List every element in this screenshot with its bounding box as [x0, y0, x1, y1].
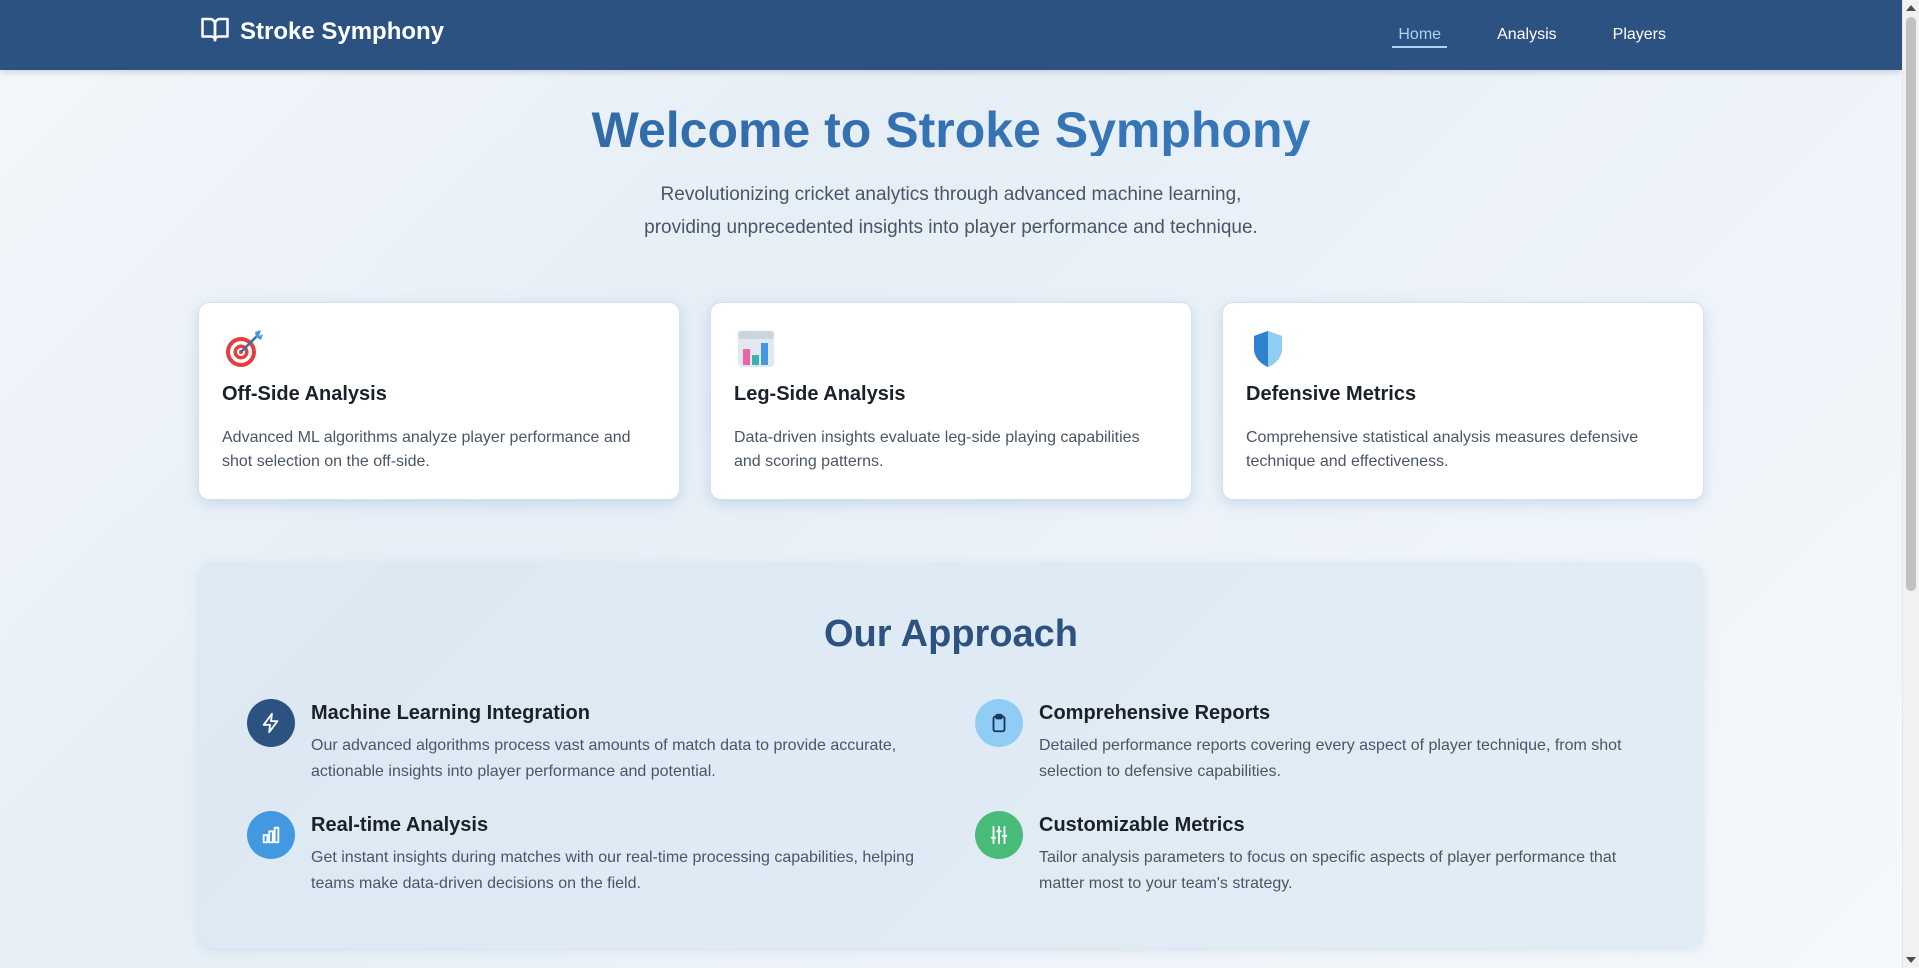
hero-subtitle: Revolutionizing cricket analytics throug… [0, 178, 1902, 244]
feature-card-defensive[interactable]: Defensive Metrics Comprehensive statisti… [1223, 303, 1703, 499]
bar-chart-icon [734, 327, 778, 371]
feature-cards: Off-Side Analysis Advanced ML algorithms… [199, 303, 1703, 499]
feature-card-description: Advanced ML algorithms analyze player pe… [222, 429, 631, 470]
nav-link-analysis[interactable]: Analysis [1469, 0, 1585, 70]
dart-target-icon [222, 327, 266, 371]
brand-name: Stroke Symphony [240, 18, 445, 45]
lightning-icon [247, 699, 295, 747]
approach-section: Our Approach Machine Learning Integratio… [199, 563, 1703, 948]
nav-link-players[interactable]: Players [1585, 0, 1694, 70]
feature-card-title: Leg-Side Analysis [734, 383, 906, 405]
nav-links: Home Analysis Players [1370, 0, 1694, 70]
brand[interactable]: Stroke Symphony [200, 16, 444, 48]
approach-item-ml: Machine Learning Integration Our advance… [247, 699, 927, 785]
feature-card-description: Comprehensive statistical analysis measu… [1246, 429, 1639, 470]
approach-item-title: Real-time Analysis [311, 814, 489, 836]
scroll-up-arrow-icon[interactable] [1906, 5, 1916, 11]
approach-item-title: Customizable Metrics [1039, 814, 1245, 836]
nav-link-home[interactable]: Home [1370, 0, 1469, 70]
approach-item-reports: Comprehensive Reports Detailed performan… [975, 699, 1655, 785]
approach-item-title: Machine Learning Integration [311, 702, 590, 724]
approach-item-realtime: Real-time Analysis Get instant insights … [247, 811, 927, 897]
chart-icon [247, 811, 295, 859]
feature-card-title: Off-Side Analysis [222, 383, 387, 405]
approach-item-description: Detailed performance reports covering ev… [1039, 737, 1622, 780]
scroll-down-arrow-icon[interactable] [1906, 957, 1916, 963]
approach-item-description: Our advanced algorithms process vast amo… [311, 737, 897, 780]
feature-card-description: Data-driven insights evaluate leg-side p… [734, 429, 1140, 470]
approach-item-description: Tailor analysis parameters to focus on s… [1039, 849, 1617, 892]
feature-card-title: Defensive Metrics [1246, 383, 1417, 405]
book-open-icon [200, 14, 230, 51]
hero-title: Welcome to Stroke Symphony [0, 100, 1902, 156]
shield-icon [1246, 327, 1290, 371]
approach-title: Our Approach [823, 613, 1079, 655]
feature-card-off-side[interactable]: Off-Side Analysis Advanced ML algorithms… [199, 303, 679, 499]
feature-card-leg-side[interactable]: Leg-Side Analysis Data-driven insights e… [711, 303, 1191, 499]
approach-item-metrics: Customizable Metrics Tailor analysis par… [975, 811, 1655, 897]
clipboard-icon [975, 699, 1023, 747]
approach-item-title: Comprehensive Reports [1039, 702, 1271, 724]
hero-subtitle-line-2: providing unprecedented insights into pl… [644, 217, 1258, 238]
navbar: Stroke Symphony Home Analysis Players [0, 0, 1902, 70]
vertical-scrollbar[interactable] [1902, 0, 1919, 968]
hero-subtitle-line-1: Revolutionizing cricket analytics throug… [660, 184, 1242, 205]
scrollbar-thumb[interactable] [1906, 17, 1916, 591]
approach-item-description: Get instant insights during matches with… [311, 849, 914, 892]
sliders-icon [975, 811, 1023, 859]
